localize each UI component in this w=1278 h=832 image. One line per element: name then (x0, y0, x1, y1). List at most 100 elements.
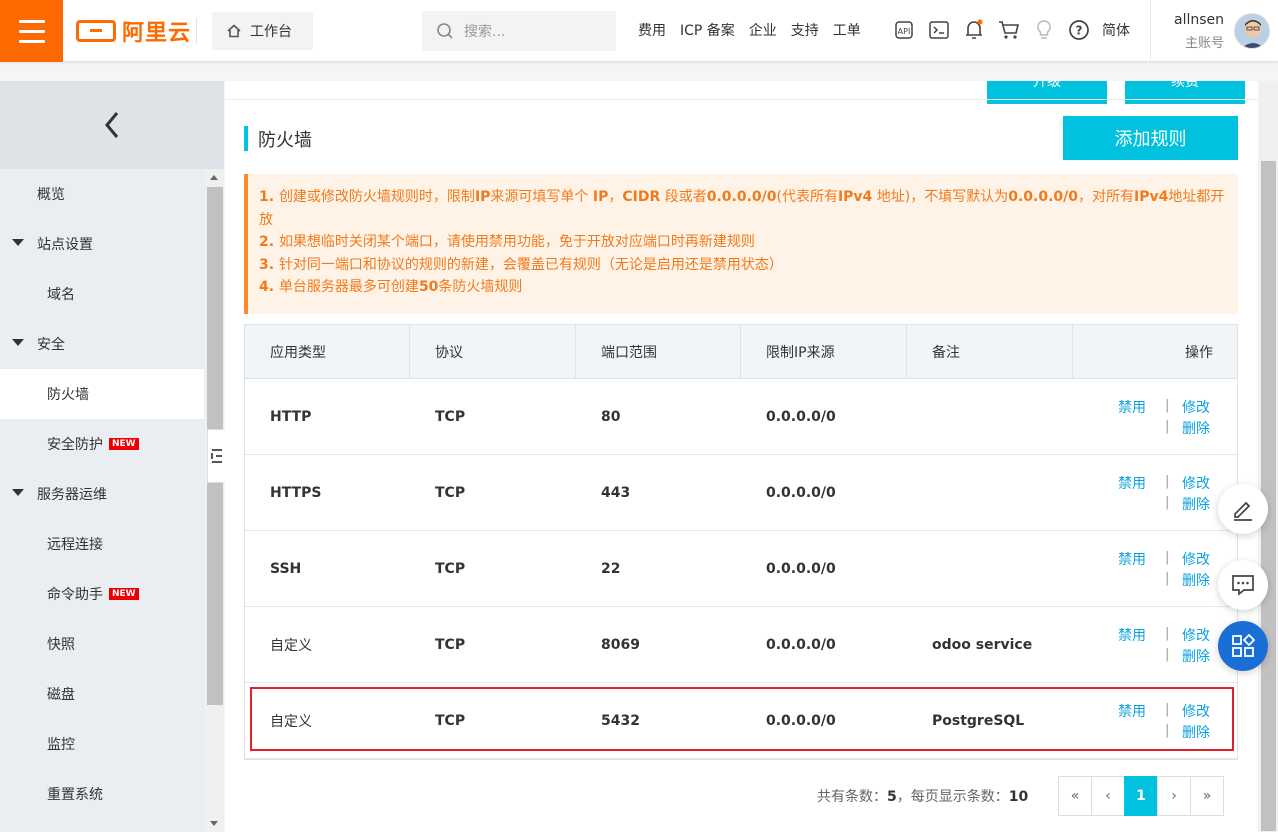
sidebar-collapse-handle[interactable] (207, 429, 225, 483)
page-nav-button[interactable]: « (1058, 776, 1092, 816)
cell-ip: 0.0.0.0/0 (766, 408, 836, 425)
disable-link[interactable]: 禁用 (1118, 397, 1146, 417)
notice-text: 如果想临时关闭某个端口，请使用禁用功能，免于开放对应端口时再新建规则 (278, 234, 755, 250)
nav-link[interactable]: 工单 (833, 20, 861, 40)
avatar[interactable] (1234, 13, 1270, 49)
sidebar-item[interactable]: 重置系统 (0, 769, 204, 819)
separator: | (1165, 626, 1170, 641)
sidebar-item[interactable]: 防火墙 (0, 369, 204, 419)
sidebar-item[interactable]: 服务器运维 (0, 469, 204, 519)
cell-type: 自定义 (270, 637, 312, 654)
sidebar-item[interactable]: 站点设置 (0, 219, 204, 269)
feedback-fab[interactable] (1218, 560, 1268, 610)
sidebar-menu: 概览站点设置域名安全防火墙 安全防护 NEW 服务器运维远程连接命令助手 NEW 快照 磁盘… (0, 169, 204, 819)
apps-grid-icon (1232, 633, 1256, 657)
column-header: 备注 (907, 325, 1073, 379)
workbench-button[interactable]: 工作台 (212, 12, 313, 50)
help-icon[interactable]: ? (1067, 18, 1090, 41)
sidebar-item-label: 安全 (37, 337, 65, 353)
disable-link[interactable]: 禁用 (1118, 549, 1146, 569)
scroll-down-icon[interactable] (210, 821, 218, 826)
disable-link[interactable]: 禁用 (1118, 701, 1146, 721)
upgrade-button[interactable]: 升级 (987, 81, 1107, 104)
delete-link[interactable]: 删除 (1182, 570, 1210, 590)
sidebar-item[interactable]: 命令助手 NEW (0, 569, 204, 619)
cell-ip: 0.0.0.0/0 (766, 560, 836, 577)
search-box[interactable]: 搜索... (422, 11, 616, 51)
renew-button[interactable]: 续费 (1125, 81, 1245, 104)
bell-icon[interactable] (962, 18, 985, 41)
sidebar-item-label: 监控 (47, 737, 75, 753)
cell-protocol: TCP (435, 560, 466, 577)
notice-number: 4. (259, 279, 279, 295)
edit-fab[interactable] (1218, 484, 1268, 534)
home-icon (227, 24, 241, 38)
cell-type: 自定义 (270, 713, 312, 730)
sidebar-item-label: 服务器运维 (37, 487, 107, 503)
aliyun-logo[interactable]: 阿里云 (76, 16, 191, 46)
page-nav-button[interactable]: › (1157, 776, 1191, 816)
sidebar-item[interactable]: 概览 (0, 169, 204, 219)
page-nav-button[interactable]: » (1190, 776, 1224, 816)
apps-fab[interactable] (1218, 621, 1268, 671)
divider (225, 99, 1258, 100)
sidebar-item[interactable]: 域名 (0, 269, 204, 319)
delete-link[interactable]: 删除 (1182, 722, 1210, 742)
cell-note (907, 531, 1073, 606)
page-nav-button[interactable]: ‹ (1091, 776, 1125, 816)
separator: | (1165, 495, 1170, 510)
sidebar-item-label: 站点设置 (37, 237, 93, 253)
delete-link[interactable]: 删除 (1182, 494, 1210, 514)
sidebar-item[interactable]: 快照 (0, 619, 204, 669)
top-bar: 阿里云 工作台 搜索... 费用 ICP 备案 企业 支持 工单 API ? 简体 al… (0, 0, 1278, 62)
cell-port: 80 (601, 408, 621, 425)
nav-link[interactable]: 费用 (638, 20, 666, 40)
pagination-info: 共有条数：5，每页显示条数：10 (817, 786, 1028, 806)
edit-link[interactable]: 修改 (1182, 625, 1210, 645)
page-button-current[interactable]: 1 (1124, 776, 1158, 816)
sidebar-item[interactable]: 磁盘 (0, 669, 204, 719)
sidebar-item-label: 重置系统 (47, 787, 103, 803)
add-rule-button[interactable]: 添加规则 (1063, 116, 1238, 160)
cell-protocol: TCP (435, 484, 466, 501)
search-input[interactable]: 搜索... (464, 21, 505, 41)
disable-link[interactable]: 禁用 (1118, 625, 1146, 645)
row-actions: 禁用 | 修改 | 删除 (1073, 683, 1237, 758)
disable-link[interactable]: 禁用 (1118, 473, 1146, 493)
edit-link[interactable]: 修改 (1182, 549, 1210, 569)
language-switch[interactable]: 简体 (1102, 20, 1130, 40)
edit-link[interactable]: 修改 (1182, 701, 1210, 721)
workbench-label: 工作台 (250, 24, 292, 40)
delete-link[interactable]: 删除 (1182, 646, 1210, 666)
lightbulb-icon[interactable] (1032, 18, 1055, 41)
pagination: «‹ 1 ›» (1058, 776, 1224, 816)
nav-link[interactable]: 支持 (791, 20, 819, 40)
separator: | (1165, 723, 1170, 738)
sidebar-scrollbar[interactable] (205, 169, 224, 832)
cell-protocol: TCP (435, 636, 466, 653)
nav-link[interactable]: ICP 备案 (680, 20, 735, 40)
api-icon[interactable]: API (892, 18, 915, 41)
sidebar-item[interactable]: 安全防护 NEW (0, 419, 204, 469)
scroll-up-icon[interactable] (210, 175, 218, 180)
edit-link[interactable]: 修改 (1182, 397, 1210, 417)
divider (196, 18, 197, 44)
sidebar-item-label: 命令助手 (47, 587, 103, 603)
collapse-icon (210, 449, 222, 463)
cart-icon[interactable] (997, 18, 1020, 41)
edit-link[interactable]: 修改 (1182, 473, 1210, 493)
user-menu[interactable]: allnsen 主账号 (1160, 12, 1224, 51)
new-badge: NEW (109, 588, 139, 600)
page-scrollbar[interactable] (1259, 81, 1278, 832)
sidebar-item[interactable]: 安全 (0, 319, 204, 369)
sidebar-item[interactable]: 远程连接 (0, 519, 204, 569)
sidebar-back[interactable] (0, 81, 224, 169)
terminal-icon[interactable] (927, 18, 950, 41)
nav-link[interactable]: 企业 (749, 20, 777, 40)
delete-link[interactable]: 删除 (1182, 418, 1210, 438)
cell-port: 8069 (601, 636, 640, 653)
sidebar-item[interactable]: 监控 (0, 719, 204, 769)
cell-ip: 0.0.0.0/0 (766, 636, 836, 653)
sidebar-item-label: 远程连接 (47, 537, 103, 553)
menu-button[interactable] (0, 0, 63, 62)
